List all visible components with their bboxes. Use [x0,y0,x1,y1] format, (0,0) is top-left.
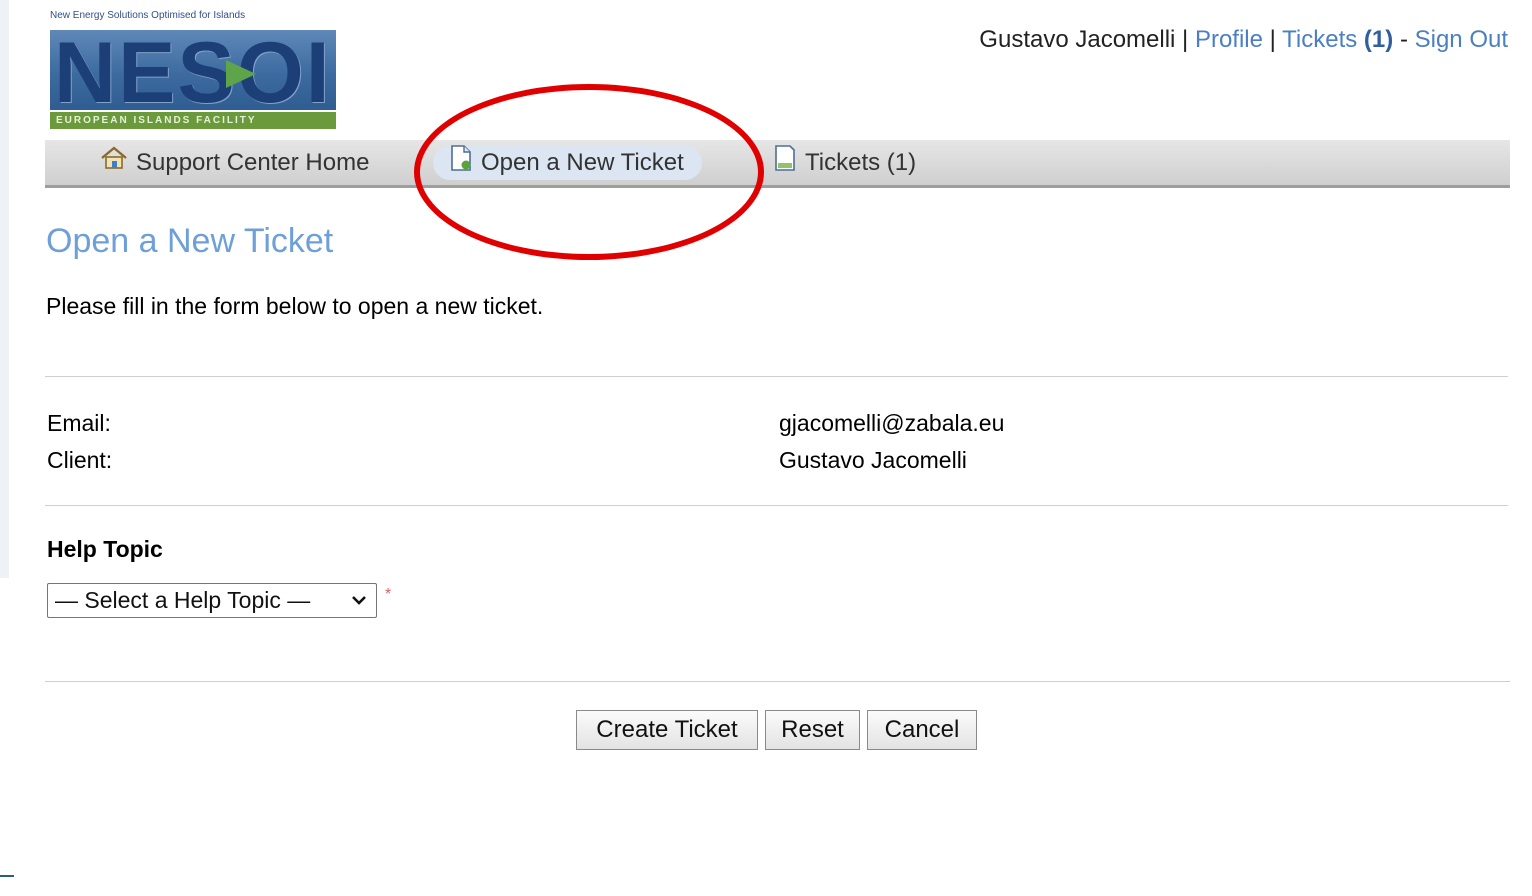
user-name: Gustavo Jacomelli [979,26,1176,53]
cancel-button[interactable]: Cancel [867,710,977,750]
nav-label: Open a New Ticket [481,149,684,176]
logo-strip: EUROPEAN ISLANDS FACILITY [50,112,336,129]
nav-label: Tickets (1) [805,149,917,176]
left-edge-strip [0,0,9,578]
new-ticket-icon [449,145,473,181]
logo-wordmark: NESOI [54,30,332,110]
profile-link[interactable]: Profile [1195,26,1263,53]
tickets-link[interactable]: Tickets (1) [1282,26,1393,53]
logo-arrow-icon [226,60,256,88]
client-value: Gustavo Jacomelli [779,447,967,473]
user-bar: Gustavo Jacomelli | Profile | Tickets (1… [979,26,1508,54]
help-topic-select[interactable]: — Select a Help Topic — [47,583,377,618]
required-marker: * [385,586,392,603]
divider [45,505,1508,506]
intro-text: Please fill in the form below to open a … [46,293,544,319]
nav-support-center-home[interactable]: Support Center Home [100,146,369,180]
email-label: Email: [47,410,111,436]
tickets-link-count: (1) [1363,26,1394,53]
help-topic-heading: Help Topic [47,536,163,562]
left-edge-mark [0,875,14,877]
client-label: Client: [47,447,113,473]
tickets-icon [773,145,797,181]
nav-label: Support Center Home [136,149,370,176]
separator: | [1182,26,1189,53]
separator: | [1269,26,1276,53]
site-logo[interactable]: New Energy Solutions Optimised for Islan… [47,8,339,132]
page: New Energy Solutions Optimised for Islan… [0,0,1532,896]
divider [45,681,1510,682]
email-value: gjacomelli@zabala.eu [779,410,1005,436]
nav-open-new-ticket[interactable]: Open a New Ticket [433,145,702,181]
separator: - [1399,26,1408,53]
reset-button[interactable]: Reset [765,710,860,750]
help-topic-selected-value: — Select a Help Topic — [55,587,311,613]
nav-tickets[interactable]: Tickets (1) [773,145,917,181]
tickets-link-label: Tickets [1282,26,1358,53]
main-nav: Support Center Home Open a New Ticket Ti… [45,140,1510,188]
create-ticket-button[interactable]: Create Ticket [576,710,758,750]
home-icon [100,146,128,180]
sign-out-link[interactable]: Sign Out [1415,26,1508,53]
logo-block: NESOI [50,30,336,110]
chevron-down-icon [351,584,367,629]
logo-tagline: New Energy Solutions Optimised for Islan… [50,10,246,21]
page-title: Open a New Ticket [46,222,334,260]
divider [45,376,1508,377]
